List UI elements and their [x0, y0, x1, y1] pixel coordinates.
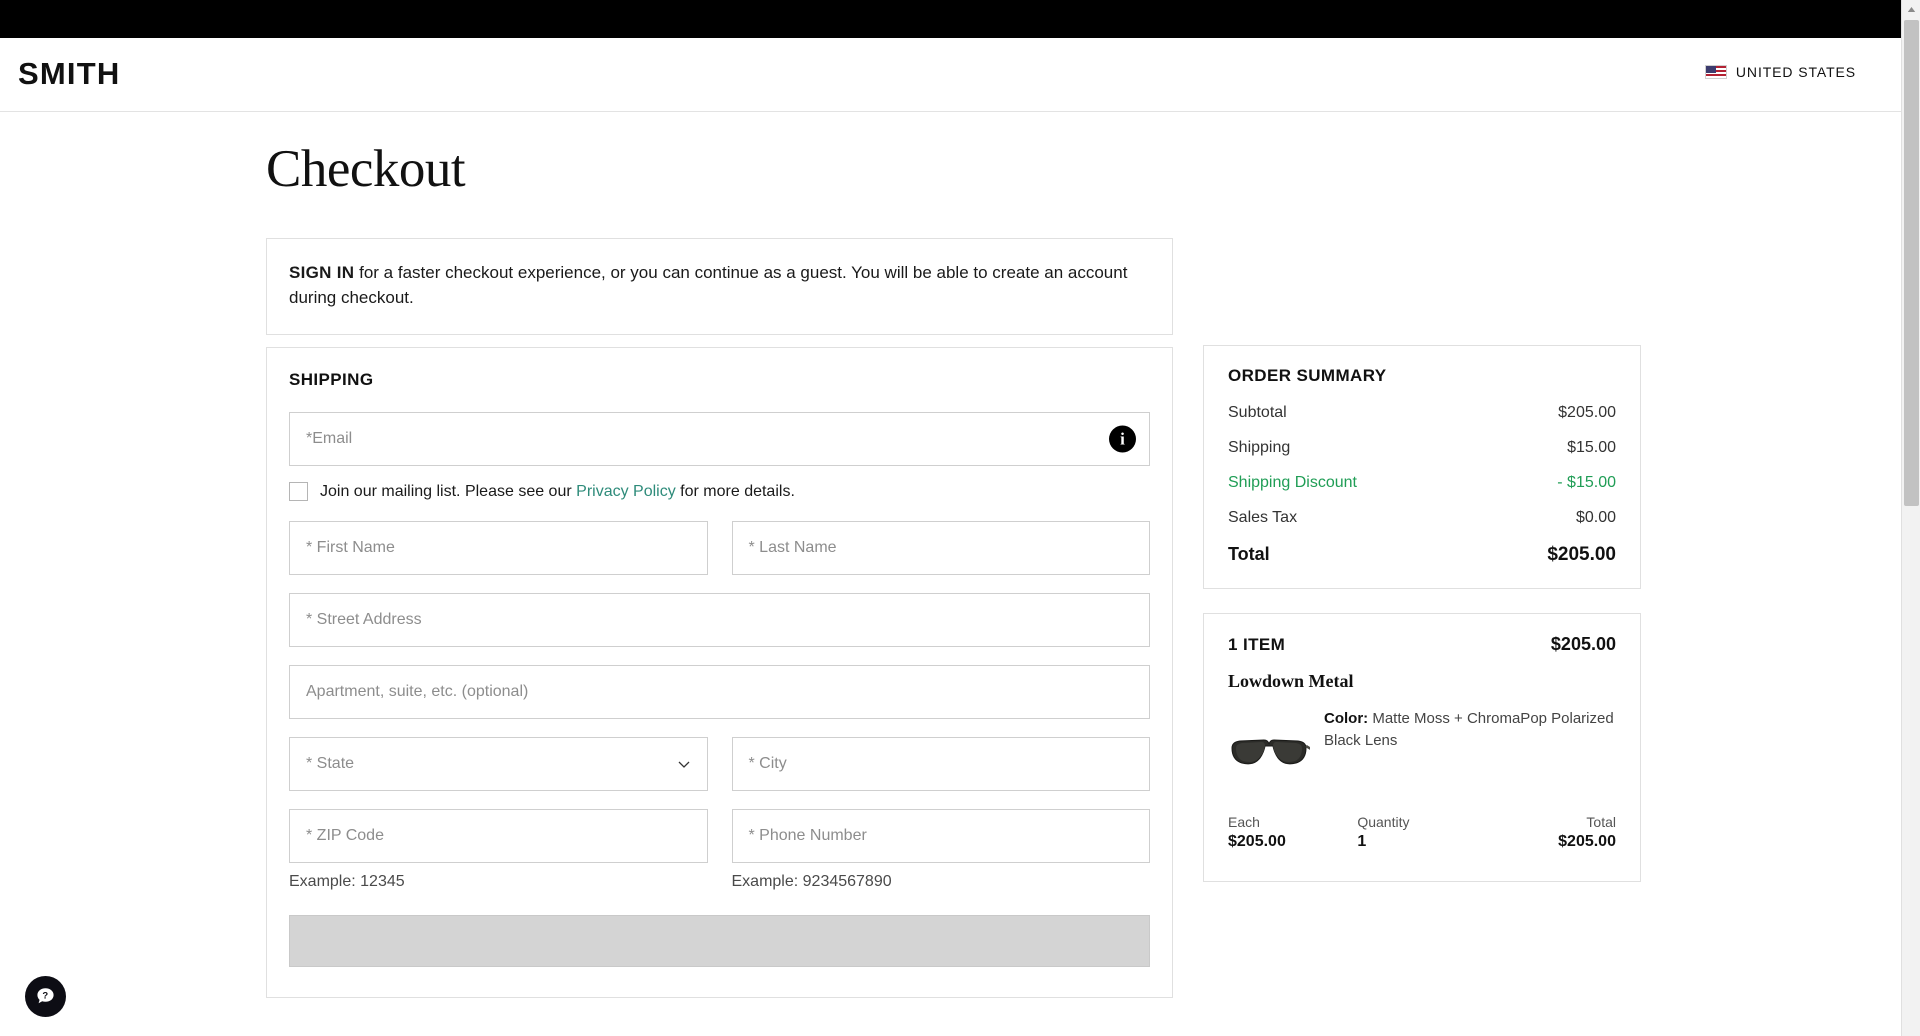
total-label: Total: [1228, 544, 1270, 564]
shipping-label: Shipping: [1228, 439, 1291, 456]
first-name-placeholder: * First Name: [306, 539, 395, 556]
item-each-value: $205.00: [1228, 833, 1286, 850]
shipping-section: SHIPPING *Email i Join our mailing list.…: [266, 347, 1173, 998]
scroll-up-arrow-icon[interactable]: [1902, 0, 1920, 18]
item-quantity-value: 1: [1357, 833, 1367, 850]
apartment-field[interactable]: Apartment, suite, etc. (optional): [289, 665, 1150, 719]
zip-code-placeholder: * ZIP Code: [306, 827, 384, 844]
first-name-field[interactable]: * First Name: [289, 521, 708, 575]
zip-code-hint: Example: 12345: [289, 873, 405, 890]
last-name-placeholder: * Last Name: [748, 539, 837, 556]
mailing-list-label: Join our mailing list. Please see our Pr…: [320, 483, 795, 501]
question-mark-help-icon: ?: [37, 988, 54, 1004]
order-item-card: 1 ITEM $205.00 Lowdown Metal Color: Matt…: [1203, 613, 1641, 882]
chevron-down-icon: [678, 761, 689, 768]
sales-tax-value: $0.00: [1575, 509, 1616, 526]
street-address-field[interactable]: * Street Address: [289, 593, 1150, 647]
smith-logo[interactable]: SMITH: [18, 56, 120, 92]
summary-row-total: Total $205.00: [1228, 544, 1616, 566]
street-address-placeholder: * Street Address: [306, 611, 422, 628]
phone-number-hint: Example: 9234567890: [731, 873, 892, 890]
sales-tax-label: Sales Tax: [1228, 509, 1298, 526]
phone-number-placeholder: * Phone Number: [748, 827, 867, 844]
shipping-value: $15.00: [1567, 439, 1616, 456]
signin-banner: SIGN IN for a faster checkout experience…: [266, 238, 1173, 335]
subtotal-value: $205.00: [1558, 404, 1616, 421]
us-flag-icon: [1704, 65, 1727, 79]
order-summary-heading: ORDER SUMMARY: [1228, 366, 1387, 385]
page-scrollbar[interactable]: [1901, 0, 1920, 1036]
privacy-policy-link[interactable]: Privacy Policy: [576, 483, 676, 500]
apartment-placeholder: Apartment, suite, etc. (optional): [306, 683, 529, 700]
mailing-list-checkbox[interactable]: [289, 482, 308, 501]
site-header: SMITH UNITED STATES: [0, 38, 1901, 112]
state-city-row: * State * City: [289, 737, 1150, 809]
total-value: $205.00: [1547, 544, 1616, 565]
item-color-label: Color:: [1324, 710, 1369, 727]
item-footer: Each $205.00 Quantity 1 Total $205.00: [1228, 814, 1616, 851]
summary-row-sales-tax: Sales Tax $0.00: [1228, 509, 1616, 527]
mailing-list-row: Join our mailing list. Please see our Pr…: [289, 482, 1150, 501]
top-black-bar: [0, 0, 1901, 38]
email-field[interactable]: *Email i: [289, 412, 1150, 466]
subtotal-label: Subtotal: [1228, 404, 1287, 421]
item-total-column: Total $205.00: [1487, 814, 1616, 851]
item-color-value: Matte Moss + ChromaPop Polarized Black L…: [1324, 710, 1614, 749]
mailing-text-after: for more details.: [680, 482, 795, 500]
item-each-column: Each $205.00: [1228, 814, 1357, 851]
info-icon[interactable]: i: [1109, 425, 1136, 453]
item-color-line: Color: Matte Moss + ChromaPop Polarized …: [1324, 704, 1616, 784]
city-placeholder: * City: [748, 755, 787, 772]
last-name-field[interactable]: * Last Name: [731, 521, 1150, 575]
item-total-price: $205.00: [1550, 634, 1616, 654]
state-select[interactable]: * State: [289, 737, 708, 791]
item-product-name[interactable]: Lowdown Metal: [1228, 671, 1616, 692]
checkout-form-column: SIGN IN for a faster checkout experience…: [266, 238, 1173, 998]
item-each-label: Each: [1228, 814, 1260, 830]
shipping-heading: SHIPPING: [289, 370, 374, 389]
item-total-value: $205.00: [1558, 833, 1616, 850]
item-header: 1 ITEM $205.00: [1228, 634, 1616, 655]
signin-message: SIGN IN for a faster checkout experience…: [289, 260, 1150, 310]
item-quantity-label: Quantity: [1357, 814, 1410, 830]
item-count-label: 1 ITEM: [1228, 635, 1286, 654]
continue-button[interactable]: [289, 915, 1150, 967]
example-hints-row: Example: 12345 Example: 9234567890: [289, 873, 1150, 891]
sunglasses-thumbnail: [1228, 722, 1317, 784]
shipping-discount-label: Shipping Discount: [1228, 474, 1357, 491]
item-total-label: Total: [1586, 814, 1616, 830]
item-body: Color: Matte Moss + ChromaPop Polarized …: [1228, 704, 1616, 784]
zip-phone-row: * ZIP Code * Phone Number: [289, 809, 1150, 881]
phone-number-field[interactable]: * Phone Number: [731, 809, 1150, 863]
summary-row-shipping-discount: Shipping Discount - $15.00: [1228, 474, 1616, 492]
summary-row-shipping: Shipping $15.00: [1228, 439, 1616, 457]
order-summary-column: ORDER SUMMARY Subtotal $205.00 Shipping …: [1203, 345, 1641, 882]
scrollbar-thumb[interactable]: [1904, 20, 1919, 506]
svg-text:?: ?: [42, 990, 48, 1001]
sign-in-link[interactable]: SIGN IN: [289, 263, 354, 282]
email-placeholder: *Email: [306, 430, 353, 447]
name-row: * First Name * Last Name: [289, 521, 1150, 593]
summary-row-subtotal: Subtotal $205.00: [1228, 404, 1616, 422]
country-label: UNITED STATES: [1735, 64, 1856, 80]
help-button[interactable]: ?: [25, 976, 66, 1017]
item-quantity-column: Quantity 1: [1357, 814, 1486, 851]
city-field[interactable]: * City: [731, 737, 1150, 791]
mailing-text-before: Join our mailing list. Please see our: [320, 482, 572, 500]
page-title: Checkout: [266, 140, 466, 198]
shipping-discount-value: - $15.00: [1557, 474, 1616, 491]
state-placeholder: * State: [306, 755, 355, 772]
zip-code-field[interactable]: * ZIP Code: [289, 809, 708, 863]
order-summary-card: ORDER SUMMARY Subtotal $205.00 Shipping …: [1203, 345, 1641, 589]
country-selector[interactable]: UNITED STATES: [1704, 64, 1856, 80]
signin-rest-text: for a faster checkout experience, or you…: [289, 263, 1128, 307]
